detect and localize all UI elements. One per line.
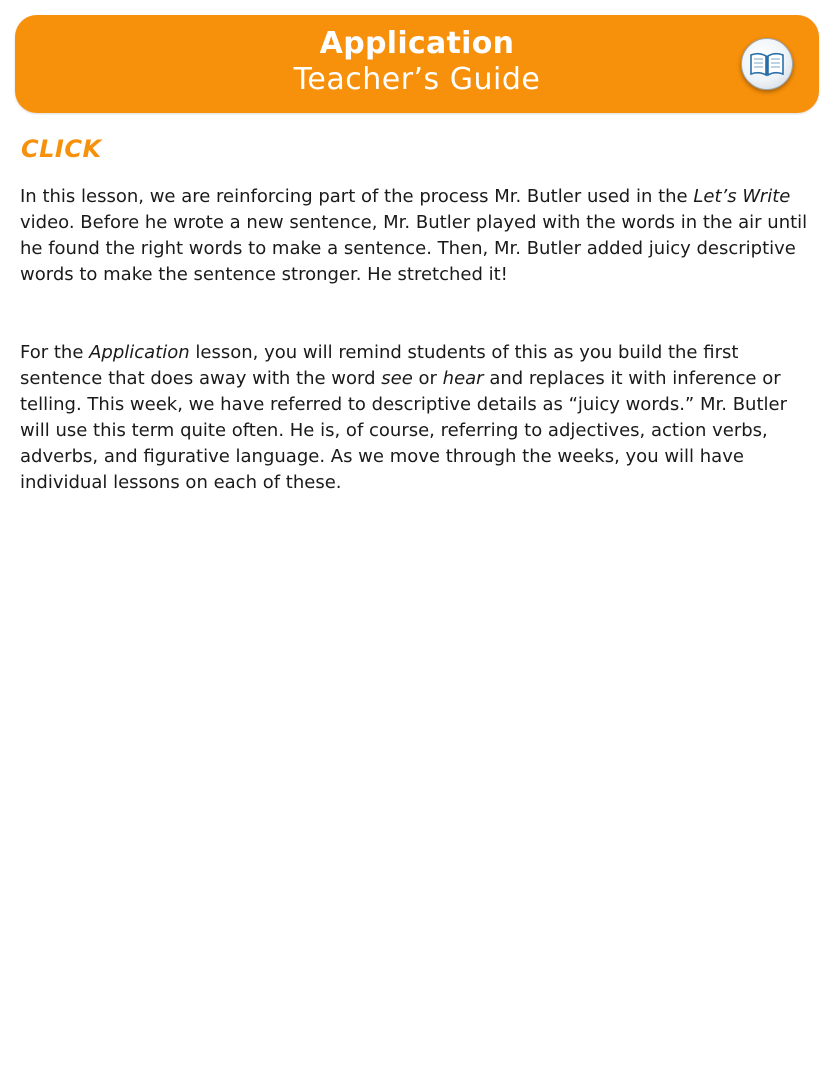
- paragraph-intro: In this lesson, we are reinforcing part …: [20, 184, 816, 288]
- paragraph-intro-text-2: video. Before he wrote a new sentence, M…: [20, 212, 808, 285]
- open-book-icon-graphic: [750, 52, 784, 77]
- paragraph-application-italic-3: hear: [442, 368, 484, 389]
- paragraph-intro-text-1: In this lesson, we are reinforcing part …: [20, 186, 694, 207]
- open-book-icon[interactable]: [741, 38, 793, 90]
- section-label: CLICK: [21, 135, 102, 163]
- paragraph-intro-italic: Let’s Write: [693, 186, 791, 207]
- paragraph-application-italic-2: see: [381, 368, 413, 389]
- paragraph-application-text-3: or: [412, 368, 443, 389]
- page-subtitle: Teacher’s Guide: [293, 62, 541, 97]
- page-title: Application: [319, 26, 515, 61]
- paragraph-application-text-1: For the: [20, 342, 90, 363]
- paragraph-application: For the Application lesson, you will rem…: [20, 340, 816, 496]
- header-banner: Application Teacher’s Guide: [15, 15, 819, 113]
- paragraph-application-italic-1: Application: [89, 342, 190, 363]
